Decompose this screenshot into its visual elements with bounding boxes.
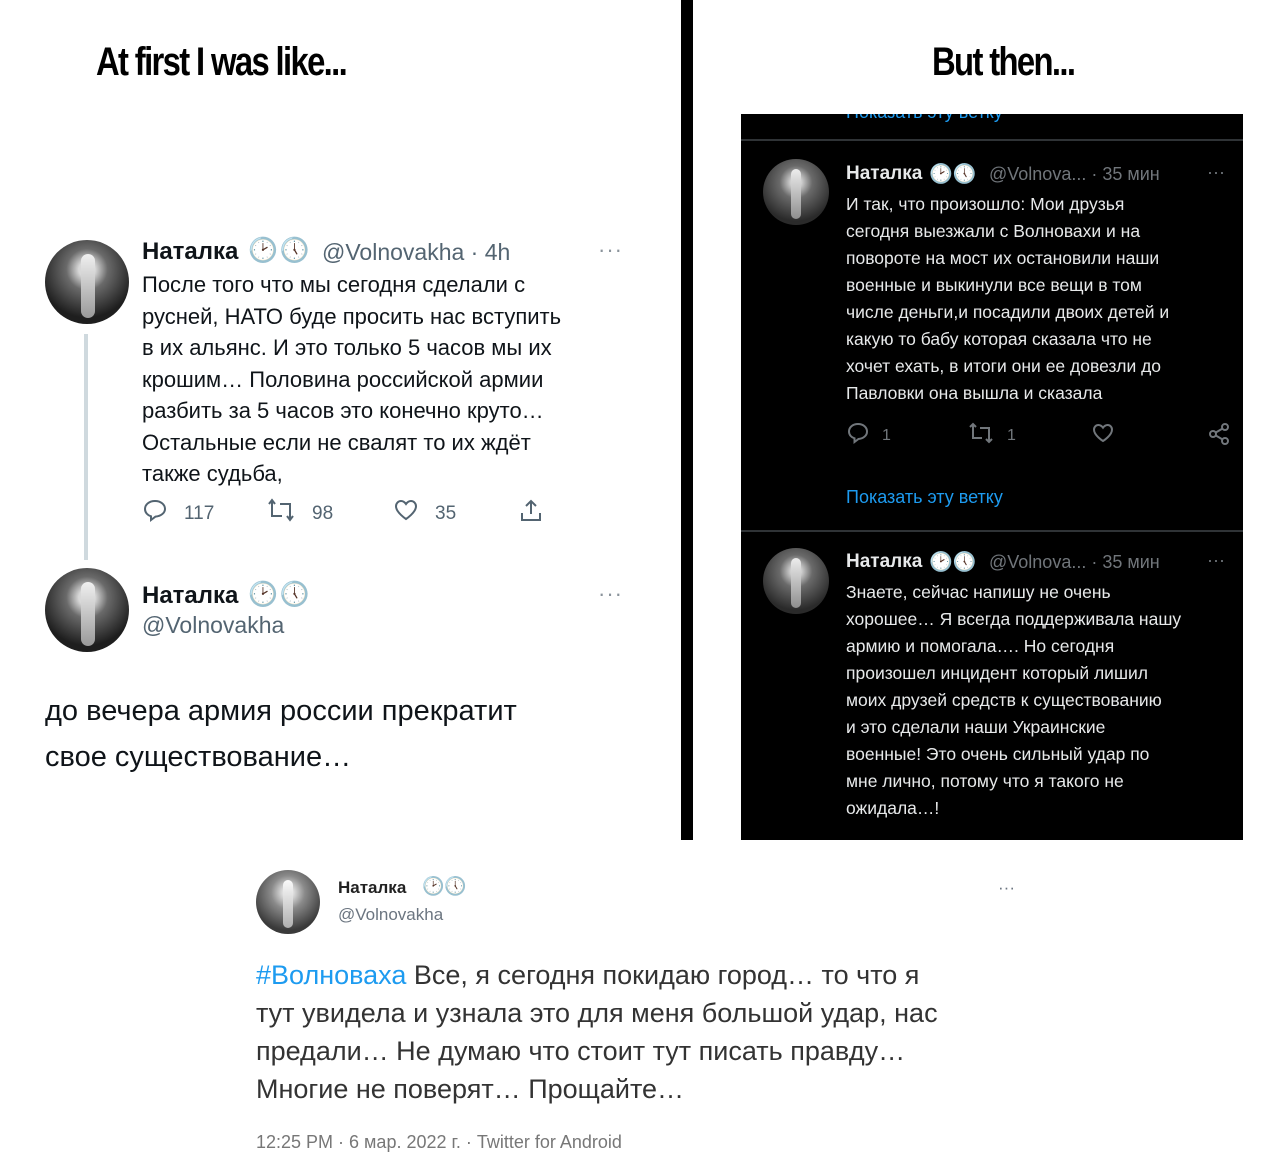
tweet-text-line: сегодня выезжали с Волновахи и на — [846, 221, 1141, 241]
like-count: 35 — [435, 502, 457, 524]
thread-line — [84, 334, 88, 560]
clock-icon: 🕑🕔 — [422, 876, 467, 896]
tweet-text-line: предали… Не думаю что стоит тут писать п… — [256, 1036, 906, 1066]
tweet-text-line: разбить за 5 часов это конечно круто… — [142, 398, 544, 423]
vertical-divider — [681, 0, 693, 840]
tweet-text-line: свое существование… — [45, 741, 352, 773]
like-icon — [393, 498, 419, 529]
tweet-text-line: ожидала…! — [846, 798, 940, 818]
tweet-text-segment: Все, я сегодня покидаю город… то что я — [406, 960, 920, 990]
bottom-tweet: Наталка 🕑🕔 @Volnovakha ··· #Волноваха Вс… — [232, 850, 1038, 1173]
tweet-text-line: военные! Это очень сильный удар по — [846, 744, 1150, 764]
retweet-button[interactable]: 98 — [266, 498, 333, 529]
avatar[interactable] — [256, 870, 320, 934]
more-icon[interactable]: ··· — [598, 581, 623, 607]
retweet-icon — [967, 422, 995, 450]
tweet-text-line: и это сделали наши Украинские — [846, 717, 1106, 737]
more-icon[interactable]: ··· — [998, 878, 1015, 898]
author-handle-time[interactable]: @Volnova... · 35 мин — [989, 552, 1160, 573]
author-name[interactable]: Наталка — [846, 551, 922, 573]
author-handle-time[interactable]: @Volnovakha · 4h — [322, 239, 510, 266]
tweet-text-line: Павловки она вышла и сказала — [846, 383, 1103, 403]
tweet-text-line: какую то бабу которая сказала что не — [846, 329, 1152, 349]
clock-icon: 🕑🕔 — [929, 552, 977, 573]
reply-button[interactable]: 117 — [142, 498, 214, 529]
tweet-text-line: произошел инцидент который лишил — [846, 663, 1148, 683]
tweet-text-line: русней, НАТО буде просить нас вступить — [142, 303, 562, 329]
more-icon[interactable]: ··· — [598, 237, 623, 263]
tweet-text-line: повороте на мост их остановили наши — [846, 248, 1160, 268]
show-thread-link[interactable]: Показать эту ветку — [846, 114, 1003, 123]
tweet-text-line: моих друзей средств к существованию — [846, 690, 1162, 710]
tweet-text-line: числе деньги,и посадили двоих детей и — [846, 302, 1170, 322]
show-thread-link[interactable]: Показать эту ветку — [846, 487, 1003, 508]
tweet-text-line: хорошее… Я всегда поддерживала нашу — [846, 609, 1182, 629]
tweet-text-line: крошим… Половина российской армии — [142, 366, 544, 392]
more-icon[interactable]: ··· — [1207, 162, 1225, 183]
author-name[interactable]: Наталка — [338, 878, 406, 898]
tweet-text: до вечера армия россии прекратит свое су… — [45, 688, 517, 780]
heading-right: But then... — [932, 40, 1076, 84]
reply-icon — [142, 498, 168, 529]
clock-icon: 🕑🕔 — [248, 237, 312, 264]
clock-icon: 🕑🕔 — [248, 581, 312, 608]
share-icon — [518, 498, 544, 531]
tweet-text-line: Остальные если не свалят то их ждёт — [142, 429, 531, 455]
avatar[interactable] — [45, 240, 129, 324]
share-button[interactable] — [518, 498, 544, 531]
tweet-timestamp[interactable]: 12:25 PM · 6 мар. 2022 г. · Twitter for … — [256, 1132, 622, 1153]
tweet-text: После того что мы сегодня сделали с русн… — [142, 269, 561, 490]
tweet-text-line: в их альянс. И это только 5 часов мы их — [142, 335, 552, 360]
reply-count: 1 — [882, 427, 891, 444]
author-name[interactable]: Наталка — [846, 163, 922, 185]
tweet-text-line: военные и выкинули все вещи в том — [846, 275, 1142, 295]
avatar[interactable] — [763, 159, 829, 225]
reply-count: 117 — [184, 502, 215, 524]
share-icon — [1207, 422, 1231, 452]
author-handle[interactable]: @Volnovakha — [142, 612, 284, 639]
tweet-text-line: #Волноваха Все, я сегодня покидаю город…… — [256, 956, 938, 994]
tweet-text: Знаете, сейчас напишу не очень хорошее… … — [846, 579, 1181, 822]
author-name[interactable]: Наталка — [142, 238, 238, 266]
tweet-text-line: Многие не поверят… Прощайте… — [256, 1074, 685, 1104]
reply-button[interactable]: 1 — [846, 422, 891, 450]
reply-icon — [846, 422, 870, 450]
retweet-count: 98 — [312, 502, 334, 524]
like-button[interactable] — [1091, 422, 1115, 450]
like-button[interactable]: 35 — [393, 498, 456, 529]
avatar[interactable] — [45, 568, 129, 652]
clock-icon: 🕑🕔 — [929, 164, 977, 185]
retweet-icon — [266, 498, 296, 529]
tweet-text-line: до вечера армия россии прекратит — [45, 695, 517, 727]
separator — [741, 530, 1243, 532]
tweet-text-line: хочет ехать, в итоги они ее довезли до — [846, 356, 1162, 376]
avatar[interactable] — [763, 548, 829, 614]
more-icon[interactable]: ··· — [1207, 550, 1225, 571]
author-name[interactable]: Наталка — [142, 582, 238, 610]
like-icon — [1091, 422, 1115, 450]
retweet-count: 1 — [1007, 427, 1016, 444]
share-button[interactable] — [1207, 422, 1231, 452]
tweet-text-line: также судьба, — [142, 461, 283, 486]
dark-panel: Показать эту ветку Наталка 🕑🕔 @Volnova..… — [741, 114, 1243, 840]
tweet-text-line: тут увидела и узнала это для меня большо… — [256, 998, 938, 1028]
tweet-text-line: армию и помогала…. Но сегодня — [846, 636, 1115, 656]
tweet-text: И так, что произошло: Мои друзья сегодня… — [846, 191, 1169, 407]
separator — [741, 139, 1243, 141]
author-handle-time[interactable]: @Volnova... · 35 мин — [989, 164, 1160, 185]
tweet-text-line: Знаете, сейчас напишу не очень — [846, 582, 1111, 602]
author-handle[interactable]: @Volnovakha — [338, 905, 443, 925]
hashtag-link[interactable]: #Волноваха — [256, 960, 406, 990]
tweet-text-line: После того что мы сегодня сделали с — [142, 272, 526, 297]
tweet-text: #Волноваха Все, я сегодня покидаю город…… — [256, 956, 938, 1108]
tweet-text-line: И так, что произошло: Мои друзья — [846, 194, 1125, 214]
tweet-text-line: мне лично, потому что я такого не — [846, 771, 1124, 791]
retweet-button[interactable]: 1 — [967, 422, 1016, 450]
heading-left: At first I was like... — [96, 40, 348, 84]
